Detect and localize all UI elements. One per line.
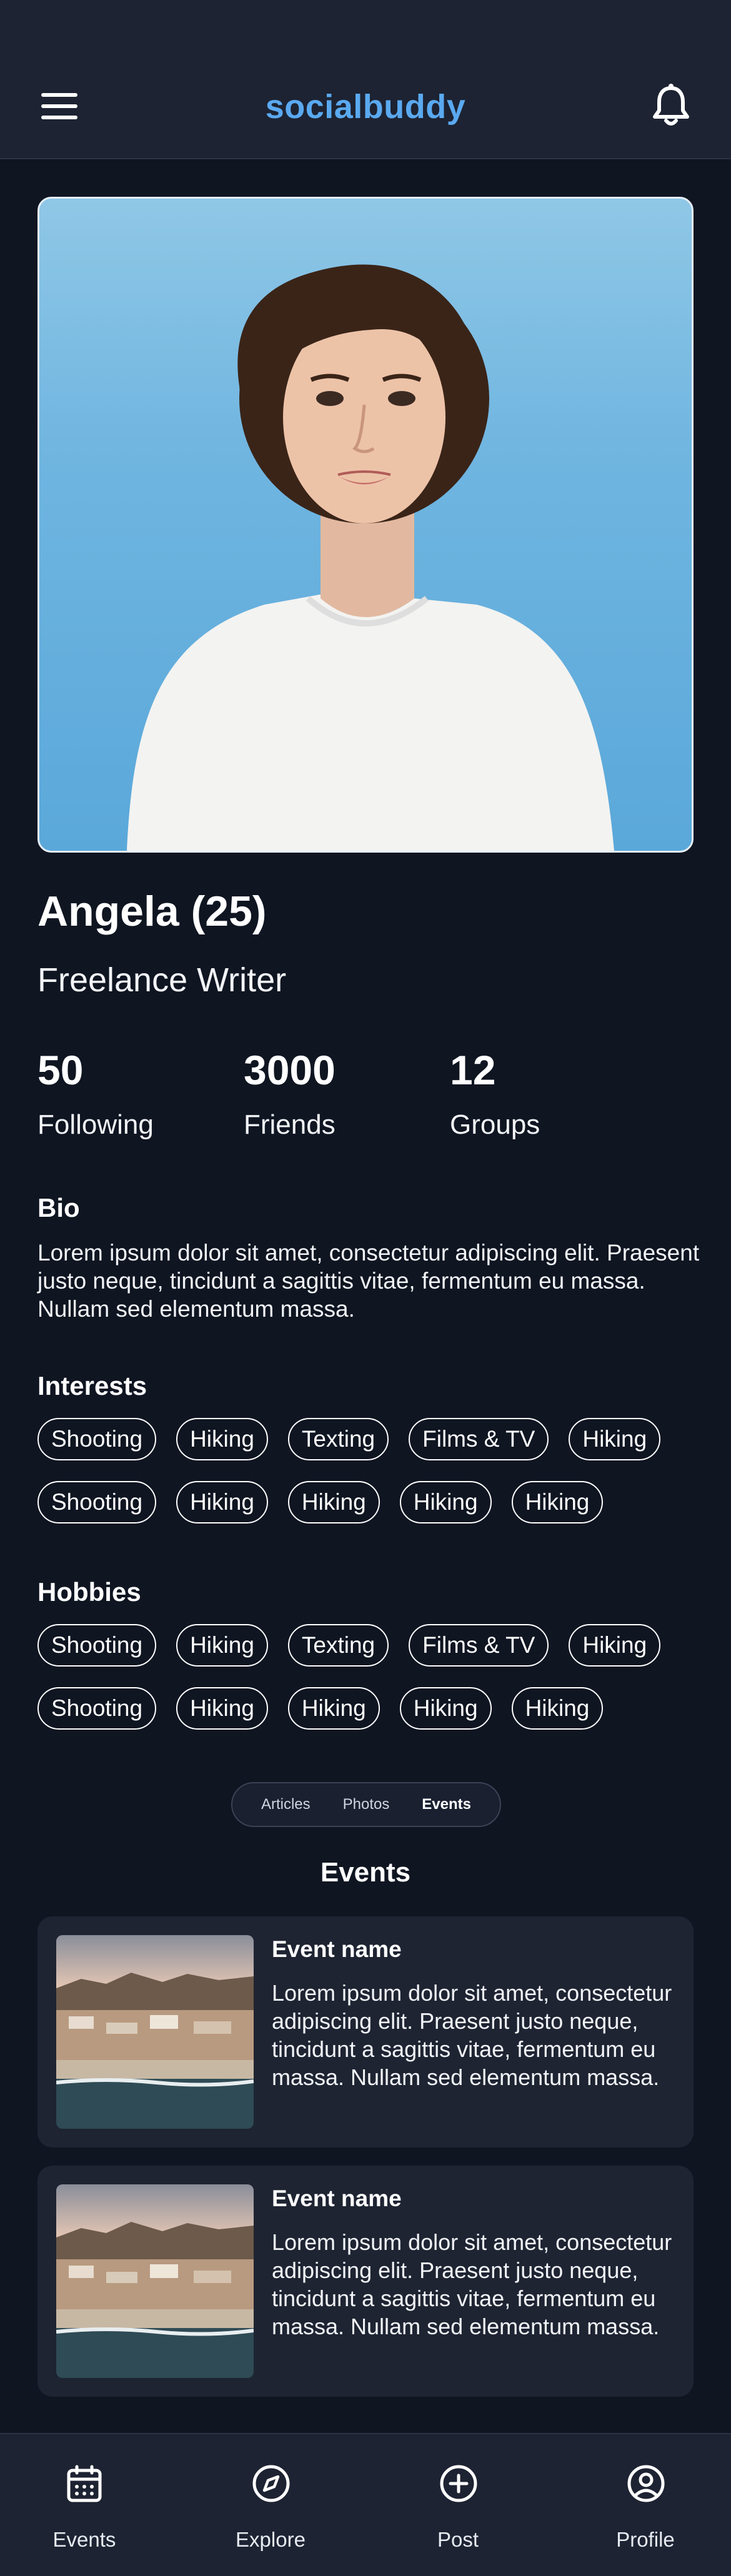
hobby-chip[interactable]: Films & TV [409,1624,549,1667]
stat-label: Groups [450,1109,540,1140]
nav-label: Explore [236,2528,306,2551]
event-thumbnail [56,1935,254,2129]
app-logo[interactable]: socialbuddy [0,87,731,126]
event-title: Event name [272,2186,402,2211]
hobbies-chips: Shooting Hiking Texting Films & TV Hikin… [37,1624,712,1750]
stat-friends[interactable]: 3000 Friends [244,1049,336,1141]
event-card[interactable]: Event name Lorem ipsum dolor sit amet, c… [37,2166,694,2397]
nav-profile[interactable]: Profile [583,2434,708,2576]
hobby-chip[interactable]: Hiking [287,1687,380,1730]
hobby-chip[interactable]: Shooting [37,1624,157,1667]
event-description: Lorem ipsum dolor sit amet, consectetur … [272,1980,672,2090]
hobbies-heading: Hobbies [37,1577,141,1607]
events-heading: Events [320,1857,411,1888]
hobby-chip[interactable]: Shooting [37,1687,157,1730]
hobby-chip[interactable]: Hiking [176,1687,268,1730]
nav-post[interactable]: Post [395,2434,520,2576]
top-bar: socialbuddy [0,0,731,159]
hobby-chip[interactable]: Hiking [399,1687,492,1730]
interest-chip[interactable]: Hiking [569,1418,661,1460]
stat-value: 12 [450,1047,496,1093]
stat-groups[interactable]: 12 Groups [450,1049,540,1141]
hobby-chip[interactable]: Hiking [511,1687,604,1730]
user-circle-icon [627,2465,665,2502]
interest-chip[interactable]: Hiking [511,1481,604,1523]
plus-circle-icon [440,2465,477,2502]
event-thumbnail [56,2184,254,2378]
hobby-chip[interactable]: Hiking [569,1624,661,1667]
bio-heading: Bio [37,1193,80,1222]
interest-chip[interactable]: Hiking [399,1481,492,1523]
tab-events[interactable]: Events [422,1796,471,1813]
interest-chip[interactable]: Texting [287,1418,389,1460]
event-card[interactable]: Event name Lorem ipsum dolor sit amet, c… [37,1916,694,2147]
interest-chip[interactable]: Hiking [176,1481,268,1523]
nav-label: Events [52,2528,116,2551]
event-title: Event name [272,1936,402,1962]
interest-chip[interactable]: Films & TV [409,1418,549,1460]
interest-chip[interactable]: Shooting [37,1418,157,1460]
hobby-chip[interactable]: Texting [287,1624,389,1667]
event-description: Lorem ipsum dolor sit amet, consectetur … [272,2229,672,2339]
stat-label: Friends [244,1109,336,1140]
hobby-chip[interactable]: Hiking [176,1624,268,1667]
bell-icon[interactable] [650,83,692,128]
stat-label: Following [37,1109,154,1140]
content-tabs: Articles Photos Events [231,1782,501,1827]
interest-chip[interactable]: Shooting [37,1481,157,1523]
tab-articles[interactable]: Articles [261,1796,311,1813]
nav-events[interactable]: Events [22,2434,147,2576]
interest-chip[interactable]: Hiking [176,1418,268,1460]
nav-label: Post [437,2528,479,2551]
interests-heading: Interests [37,1371,147,1400]
tab-photos[interactable]: Photos [343,1796,390,1813]
interests-chips: Shooting Hiking Texting Films & TV Hikin… [37,1418,712,1544]
bottom-nav: Events Explore Post Profile [0,2433,731,2576]
stat-following[interactable]: 50 Following [37,1049,154,1141]
profile-name: Angela (25) [37,888,267,935]
bio-text: Lorem ipsum dolor sit amet, consectetur … [37,1240,700,1322]
nav-explore[interactable]: Explore [208,2434,333,2576]
compass-icon [252,2465,290,2502]
interest-chip[interactable]: Hiking [287,1481,380,1523]
profile-photo[interactable] [37,197,694,853]
calendar-icon [67,2465,102,2502]
nav-label: Profile [616,2528,675,2551]
stat-value: 50 [37,1047,84,1093]
stat-value: 3000 [244,1047,336,1093]
profile-occupation: Freelance Writer [37,961,287,999]
